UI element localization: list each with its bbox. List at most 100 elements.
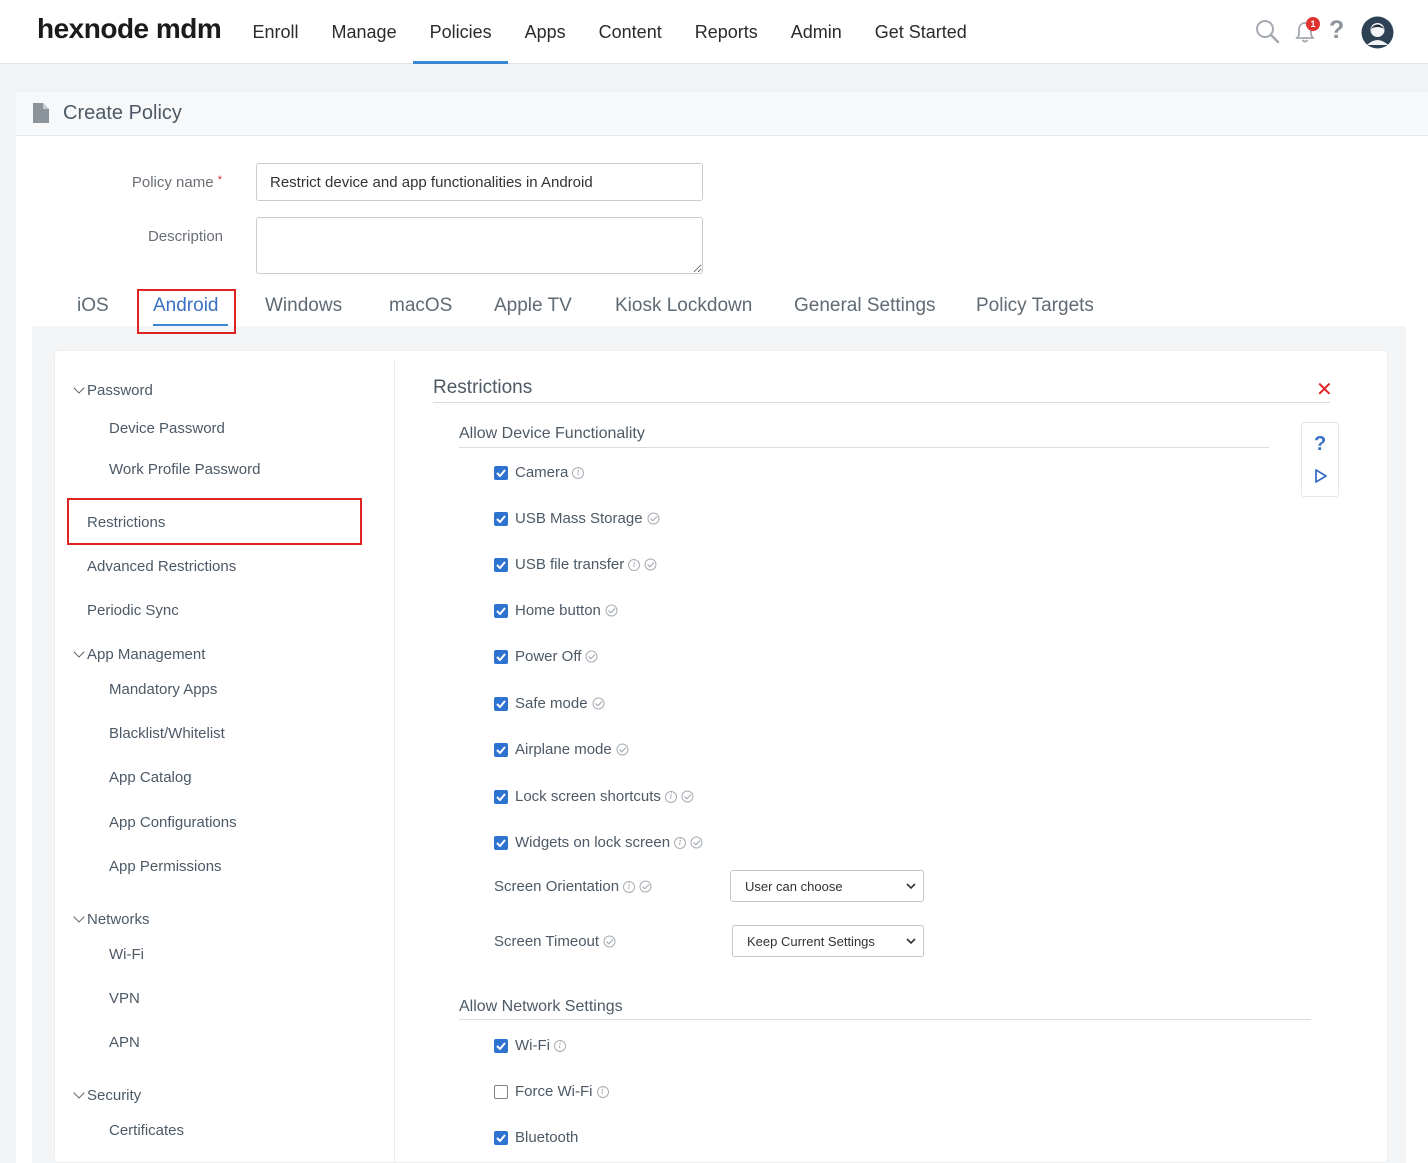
tab-ios[interactable]: iOS — [77, 295, 109, 317]
nav-enroll[interactable]: Enroll — [236, 0, 315, 64]
chevron-down-icon — [73, 382, 85, 394]
sidebar-item-app-configurations[interactable]: App Configurations — [109, 814, 237, 831]
check-circle-icon — [647, 512, 660, 525]
sidebar-item-work-profile-password[interactable]: Work Profile Password — [109, 461, 260, 478]
nav-reports[interactable]: Reports — [678, 0, 774, 64]
chevron-down-icon — [73, 1087, 85, 1099]
bluetooth-checkbox[interactable] — [494, 1130, 508, 1145]
description-field[interactable] — [256, 217, 703, 274]
tab-macos[interactable]: macOS — [389, 295, 452, 317]
info-icon[interactable]: i — [623, 880, 636, 893]
info-icon[interactable]: i — [553, 1039, 566, 1052]
airplane-mode-checkbox[interactable] — [494, 742, 508, 757]
sidebar-item-blacklist-whitelist[interactable]: Blacklist/Whitelist — [109, 725, 225, 742]
document-icon — [33, 103, 49, 123]
nav-apps[interactable]: Apps — [508, 0, 582, 64]
force-wifi-checkbox[interactable] — [494, 1084, 508, 1099]
lock-screen-shortcuts-checkbox[interactable] — [494, 789, 508, 804]
logo[interactable]: hexnode mdm — [37, 13, 222, 45]
sidebar-item-device-password[interactable]: Device Password — [109, 420, 225, 437]
chevron-down-icon — [906, 938, 916, 945]
sidebar-item-wifi[interactable]: Wi-Fi — [109, 946, 144, 963]
policy-name-input[interactable] — [256, 163, 703, 201]
check-icon — [496, 514, 506, 523]
tab-kiosk-lockdown[interactable]: Kiosk Lockdown — [615, 295, 752, 317]
info-icon[interactable]: i — [572, 466, 585, 479]
check-icon — [496, 652, 506, 661]
option-widgets-on-lock-screen: Widgets on lock screen i — [494, 834, 703, 851]
sidebar-item-apn[interactable]: APN — [109, 1034, 140, 1051]
help-icon[interactable]: ? — [1329, 16, 1344, 45]
sidebar-group-security[interactable]: Security — [73, 1087, 141, 1104]
check-icon — [496, 606, 506, 615]
check-circle-icon — [585, 650, 598, 663]
home-button-checkbox[interactable] — [494, 603, 508, 618]
info-icon[interactable]: i — [674, 836, 687, 849]
network-settings-title: Allow Network Settings — [459, 998, 623, 1015]
notifications[interactable]: 1 — [1293, 17, 1320, 46]
sidebar-divider — [394, 360, 395, 1163]
safe-mode-checkbox[interactable] — [494, 696, 508, 711]
page-title: Create Policy — [63, 102, 182, 124]
play-icon[interactable] — [1314, 468, 1328, 484]
info-icon[interactable]: i — [664, 790, 677, 803]
option-camera: Camera i — [494, 464, 585, 481]
policy-name-label: Policy name * — [131, 174, 222, 191]
check-circle-icon — [603, 935, 616, 948]
tab-apple-tv[interactable]: Apple TV — [494, 295, 572, 317]
sidebar-item-mandatory-apps[interactable]: Mandatory Apps — [109, 681, 217, 698]
wifi-checkbox[interactable] — [494, 1038, 508, 1053]
network-section-rule — [459, 1019, 1311, 1020]
check-icon — [496, 745, 506, 754]
avatar[interactable] — [1361, 16, 1394, 49]
option-usb-file-transfer: USB file transfer i — [494, 556, 657, 573]
option-force-wifi: Force Wi-Fi i — [494, 1083, 609, 1100]
option-bluetooth: Bluetooth — [494, 1129, 578, 1146]
nav-content[interactable]: Content — [582, 0, 678, 64]
tab-policy-targets[interactable]: Policy Targets — [976, 295, 1094, 317]
sidebar-item-periodic-sync[interactable]: Periodic Sync — [87, 602, 179, 619]
option-power-off: Power Off — [494, 648, 598, 665]
restrictions-title: Restrictions — [433, 377, 533, 398]
sidebar-group-password[interactable]: Password — [73, 382, 153, 399]
camera-checkbox[interactable] — [494, 465, 508, 480]
description-label: Description — [147, 228, 223, 245]
nav-policies[interactable]: Policies — [413, 0, 509, 64]
close-icon[interactable]: ✕ — [1316, 377, 1333, 402]
nav-admin[interactable]: Admin — [774, 0, 858, 64]
usb-file-transfer-checkbox[interactable] — [494, 557, 508, 572]
info-icon[interactable]: i — [628, 558, 641, 571]
help-icon[interactable]: ? — [1314, 433, 1326, 456]
option-home-button: Home button — [494, 602, 618, 619]
info-icon[interactable]: i — [596, 1085, 609, 1098]
usb-mass-storage-checkbox[interactable] — [494, 511, 508, 526]
chevron-down-icon — [73, 646, 85, 658]
card-header: Create Policy — [16, 92, 1428, 136]
check-circle-icon — [681, 790, 694, 803]
check-circle-icon — [644, 558, 657, 571]
widgets-on-lock-screen-checkbox[interactable] — [494, 835, 508, 850]
screen-orientation-row: Screen Orientation i — [494, 878, 652, 895]
top-navbar: hexnode mdm Enroll Manage Policies Apps … — [0, 0, 1428, 64]
sidebar-group-app-management[interactable]: App Management — [73, 646, 205, 663]
search-icon[interactable] — [1255, 19, 1280, 44]
chevron-down-icon — [73, 911, 85, 923]
check-circle-icon — [592, 697, 605, 710]
sidebar-item-app-permissions[interactable]: App Permissions — [109, 858, 222, 875]
sidebar-item-vpn[interactable]: VPN — [109, 990, 140, 1007]
check-icon — [496, 792, 506, 801]
check-circle-icon — [639, 880, 652, 893]
title-rule — [433, 402, 1330, 403]
device-section-rule — [459, 447, 1269, 448]
tab-windows[interactable]: Windows — [265, 295, 342, 317]
sidebar-item-certificates[interactable]: Certificates — [109, 1122, 184, 1139]
screen-orientation-select[interactable]: User can choose — [730, 870, 924, 902]
sidebar-item-app-catalog[interactable]: App Catalog — [109, 769, 192, 786]
sidebar-group-networks[interactable]: Networks — [73, 911, 150, 928]
nav-get-started[interactable]: Get Started — [858, 0, 983, 64]
power-off-checkbox[interactable] — [494, 649, 508, 664]
sidebar-item-advanced-restrictions[interactable]: Advanced Restrictions — [87, 558, 236, 575]
screen-timeout-select[interactable]: Keep Current Settings — [732, 925, 924, 957]
tab-general-settings[interactable]: General Settings — [794, 295, 936, 317]
nav-manage[interactable]: Manage — [315, 0, 413, 64]
